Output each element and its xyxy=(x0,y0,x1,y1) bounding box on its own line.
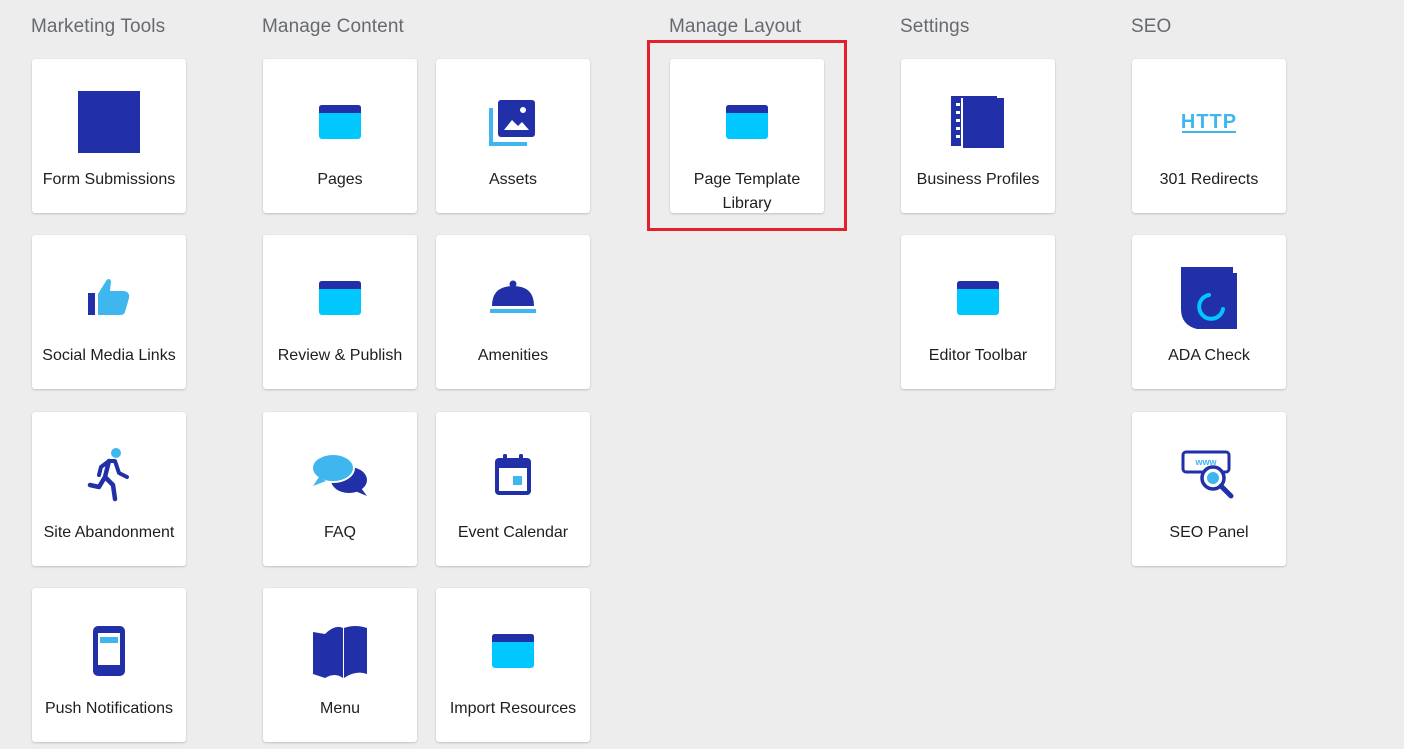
tile-pages[interactable]: Pages xyxy=(263,59,417,213)
www-search-icon: www xyxy=(1132,440,1286,510)
tile-label: Assets xyxy=(488,171,537,188)
tile-label: Amenities xyxy=(477,347,549,364)
tile-form-submissions[interactable]: Form Submissions xyxy=(32,59,186,213)
window-icon xyxy=(263,263,417,333)
tile-label: Import Resources xyxy=(449,700,577,717)
window-icon xyxy=(436,616,590,686)
form-submissions-icon xyxy=(32,87,186,157)
section-title-manage-content: Manage Content xyxy=(262,16,404,37)
window-icon xyxy=(263,87,417,157)
calendar-icon xyxy=(436,440,590,510)
tile-review-publish[interactable]: Review & Publish xyxy=(263,235,417,389)
dashboard: Marketing Tools Manage Content Manage La… xyxy=(0,0,1404,749)
tile-label: Review & Publish xyxy=(277,347,403,364)
http-icon: HTTP xyxy=(1132,87,1286,157)
tile-label: Form Submissions xyxy=(42,171,176,188)
section-title-settings: Settings xyxy=(900,16,970,37)
tile-label: Push Notifications xyxy=(44,700,174,717)
thumbs-up-icon xyxy=(32,263,186,333)
open-book-icon xyxy=(263,616,417,686)
tile-label: Event Calendar xyxy=(457,524,569,541)
tile-label: SEO Panel xyxy=(1169,524,1249,541)
tile-label: Pages xyxy=(317,171,363,188)
window-icon xyxy=(901,263,1055,333)
ada-check-icon xyxy=(1132,263,1286,333)
tile-import-resources[interactable]: Import Resources xyxy=(436,588,590,742)
tile-event-calendar[interactable]: Event Calendar xyxy=(436,412,590,566)
tile-amenities[interactable]: Amenities xyxy=(436,235,590,389)
running-person-icon xyxy=(32,440,186,510)
tile-page-template-library[interactable]: Page Template Library xyxy=(670,59,824,213)
image-gallery-icon xyxy=(436,87,590,157)
tile-label: Site Abandonment xyxy=(43,524,175,541)
notebook-icon xyxy=(901,87,1055,157)
tile-label: Business Profiles xyxy=(916,171,1040,188)
tile-seo-panel[interactable]: www SEO Panel xyxy=(1132,412,1286,566)
tile-push-notifications[interactable]: Push Notifications xyxy=(32,588,186,742)
tile-assets[interactable]: Assets xyxy=(436,59,590,213)
tile-label: ADA Check xyxy=(1168,347,1250,364)
tile-social-media-links[interactable]: Social Media Links xyxy=(32,235,186,389)
tile-301-redirects[interactable]: HTTP 301 Redirects xyxy=(1132,59,1286,213)
tile-label: 301 Redirects xyxy=(1159,171,1259,188)
tile-ada-check[interactable]: ADA Check xyxy=(1132,235,1286,389)
tile-site-abandonment[interactable]: Site Abandonment xyxy=(32,412,186,566)
svg-text:HTTP: HTTP xyxy=(1181,111,1237,133)
service-bell-icon xyxy=(436,263,590,333)
tile-label: Editor Toolbar xyxy=(928,347,1028,364)
tile-faq[interactable]: FAQ xyxy=(263,412,417,566)
mobile-phone-icon xyxy=(32,616,186,686)
tile-label: Menu xyxy=(319,700,361,717)
tile-label: Social Media Links xyxy=(42,347,176,364)
tile-label: Page Template Library xyxy=(693,171,801,212)
speech-bubbles-icon xyxy=(263,440,417,510)
section-title-manage-layout: Manage Layout xyxy=(669,16,802,37)
tile-editor-toolbar[interactable]: Editor Toolbar xyxy=(901,235,1055,389)
tile-menu[interactable]: Menu xyxy=(263,588,417,742)
section-title-marketing-tools: Marketing Tools xyxy=(31,16,166,37)
window-icon xyxy=(670,87,824,157)
tile-business-profiles[interactable]: Business Profiles xyxy=(901,59,1055,213)
section-title-seo: SEO xyxy=(1131,16,1172,37)
tile-label: FAQ xyxy=(323,524,356,541)
